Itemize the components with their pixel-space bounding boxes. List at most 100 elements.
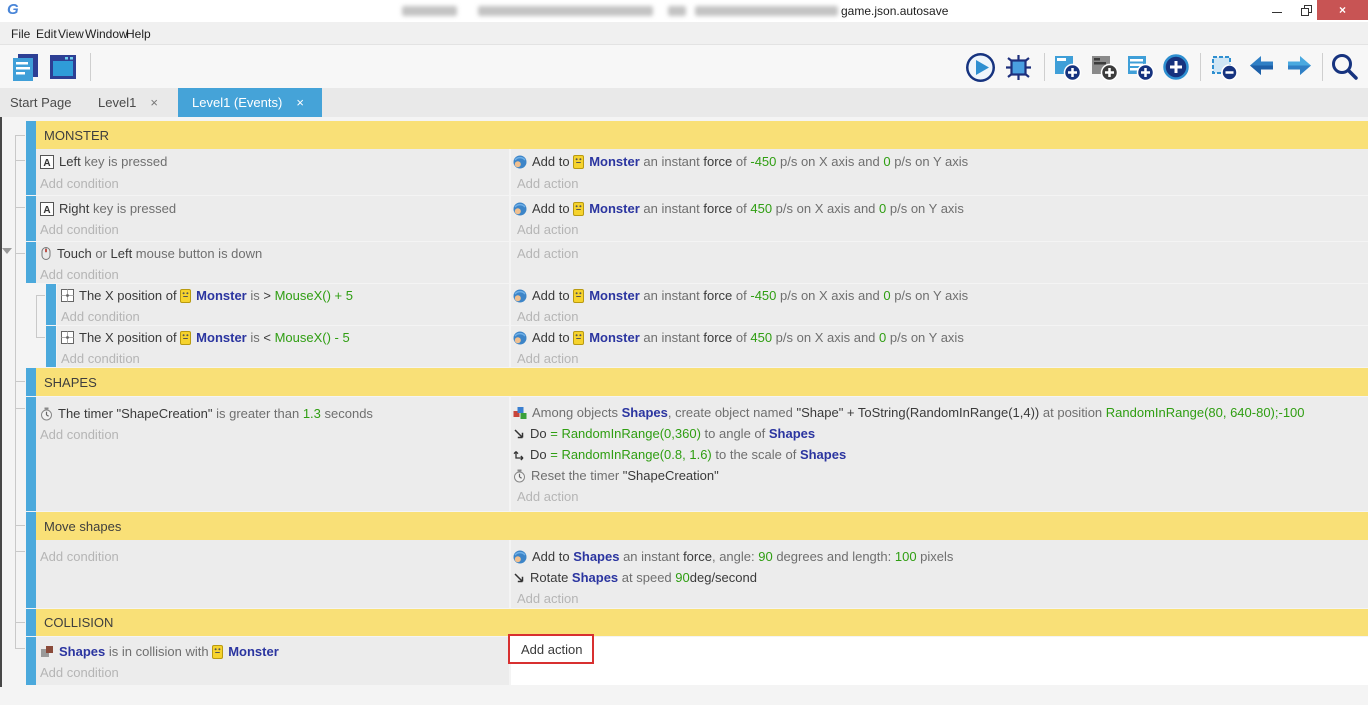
text-segment: Add to — [532, 549, 573, 564]
group-header[interactable]: Move shapes — [36, 512, 1368, 540]
event-drag-bar — [26, 540, 36, 608]
play-button[interactable] — [963, 50, 997, 84]
minimize-button[interactable] — [1262, 0, 1292, 20]
add-condition-button[interactable]: Add condition — [61, 306, 140, 327]
create-object-icon — [513, 406, 527, 420]
text-segment: 450 — [750, 201, 772, 216]
event-action[interactable]: Add to Shapes an instant force, angle: 9… — [513, 546, 953, 567]
add-action-button[interactable]: Add action — [517, 243, 578, 264]
text-segment: p/s on X axis and — [776, 154, 883, 169]
text-segment: > — [263, 288, 274, 303]
text-segment: Monster — [589, 288, 640, 303]
text-segment: < — [263, 330, 274, 345]
tab-start-page[interactable]: Start Page — [10, 88, 71, 117]
close-button[interactable]: × — [1317, 0, 1368, 20]
add-action-button[interactable]: Add action — [517, 219, 578, 240]
group-header[interactable]: COLLISION — [36, 609, 1368, 636]
debug-button[interactable] — [1001, 50, 1035, 84]
event-action[interactable]: Rotate Shapes at speed 90deg/second — [513, 567, 757, 588]
add-condition-button[interactable]: Add condition — [40, 264, 119, 285]
event-action[interactable]: Add to Monster an instant force of -450 … — [513, 285, 968, 306]
search-button[interactable] — [1328, 50, 1362, 84]
redo-button[interactable] — [1282, 50, 1316, 84]
event-condition[interactable]: Touch or Left mouse button is down — [40, 243, 262, 264]
event-action[interactable]: Reset the timer "ShapeCreation" — [513, 465, 719, 486]
event-condition[interactable]: Shapes is in collision with Monster — [40, 641, 279, 662]
add-new-event-button[interactable] — [1159, 50, 1193, 84]
group-row: MONSTER — [0, 121, 1368, 149]
add-action-button[interactable]: Add action — [517, 348, 578, 369]
text-segment: 0 — [879, 330, 886, 345]
highlight-rectangle: Add action — [508, 634, 594, 664]
tab-bar: Start Page Level1 × Level1 (Events) × — [0, 88, 1368, 117]
collision-icon — [40, 645, 54, 658]
event-drag-bar — [26, 512, 36, 540]
text-segment: 90 — [675, 570, 689, 585]
text-segment: -450 — [750, 154, 776, 169]
text-segment: p/s on Y axis — [891, 288, 969, 303]
text-segment: of — [732, 154, 750, 169]
force-icon — [513, 155, 527, 169]
tab-level1-events[interactable]: Level1 (Events) × — [178, 88, 322, 117]
tab-close-icon[interactable]: × — [150, 95, 158, 110]
group-label: Move shapes — [36, 519, 121, 534]
text-segment: of — [732, 330, 750, 345]
add-condition-button[interactable]: Add condition — [40, 546, 119, 567]
add-condition-button[interactable]: Add condition — [40, 662, 119, 683]
keyboard-key-icon: A — [40, 202, 54, 216]
tab-level1[interactable]: Level1 × — [98, 88, 158, 117]
tab-close-icon[interactable]: × — [296, 95, 304, 110]
text-segment: pixels — [917, 549, 954, 564]
event-drag-bar — [26, 196, 36, 241]
group-label: MONSTER — [36, 128, 109, 143]
event-action[interactable]: Add to Monster an instant force of -450 … — [513, 151, 968, 172]
add-action-button[interactable]: Add action — [517, 486, 578, 507]
add-subevent-button[interactable] — [1087, 50, 1121, 84]
text-segment: force — [703, 330, 732, 345]
group-header[interactable]: MONSTER — [36, 121, 1368, 149]
add-action-button[interactable]: Add action — [517, 173, 578, 194]
group-row: COLLISION — [0, 609, 1368, 636]
add-action-button[interactable]: Add action — [517, 588, 578, 609]
text-segment: to angle of — [701, 426, 769, 441]
event-action[interactable]: Do = RandomInRange(0.8, 1.6) to the scal… — [513, 444, 846, 465]
add-subevent-icon — [1088, 51, 1120, 83]
open-events-sheet-button[interactable] — [8, 50, 42, 84]
event-action[interactable]: Do = RandomInRange(0,360) to angle of Sh… — [513, 423, 815, 444]
event-condition[interactable]: ARight key is pressed — [40, 198, 176, 219]
event-condition[interactable]: The timer "ShapeCreation" is greater tha… — [40, 403, 373, 424]
add-event-button[interactable] — [1050, 50, 1084, 84]
sub-event-row: The X position of Monster is > MouseX() … — [0, 284, 1368, 325]
text-segment: an instant — [619, 549, 683, 564]
add-new-event-icon — [1160, 51, 1192, 83]
add-condition-button[interactable]: Add condition — [40, 424, 119, 445]
tab-label: Level1 (Events) — [192, 95, 282, 110]
event-condition[interactable]: The X position of Monster is > MouseX() … — [61, 285, 353, 306]
event-condition[interactable]: ALeft key is pressed — [40, 151, 167, 172]
add-condition-button[interactable]: Add condition — [61, 348, 140, 369]
menu-file[interactable]: File — [8, 25, 33, 43]
text-segment: an instant — [640, 154, 704, 169]
add-condition-button[interactable]: Add condition — [40, 173, 119, 194]
event-drag-bar — [26, 397, 36, 511]
add-action-button[interactable]: Add action — [521, 642, 582, 657]
event-action[interactable]: Add to Monster an instant force of 450 p… — [513, 198, 964, 219]
add-event-icon — [1051, 51, 1083, 83]
text-segment: Reset the timer — [531, 468, 623, 483]
open-scene-editor-button[interactable] — [46, 50, 80, 84]
add-comment-button[interactable] — [1123, 50, 1157, 84]
delete-event-button[interactable] — [1207, 50, 1241, 84]
menu-help[interactable]: Help — [123, 25, 154, 43]
text-segment: Shapes — [573, 549, 619, 564]
text-segment: p/s on Y axis — [886, 201, 964, 216]
group-header[interactable]: SHAPES — [36, 368, 1368, 396]
event-action[interactable]: Among objects Shapes, create object name… — [513, 402, 1305, 423]
restore-button[interactable] — [1292, 0, 1320, 20]
undo-button[interactable] — [1245, 50, 1279, 84]
event-condition[interactable]: The X position of Monster is < MouseX() … — [61, 327, 350, 348]
svg-text:A: A — [43, 205, 50, 216]
event-action[interactable]: Add to Monster an instant force of 450 p… — [513, 327, 964, 348]
text-segment: Monster — [589, 201, 640, 216]
add-action-button[interactable]: Add action — [517, 306, 578, 327]
add-condition-button[interactable]: Add condition — [40, 219, 119, 240]
